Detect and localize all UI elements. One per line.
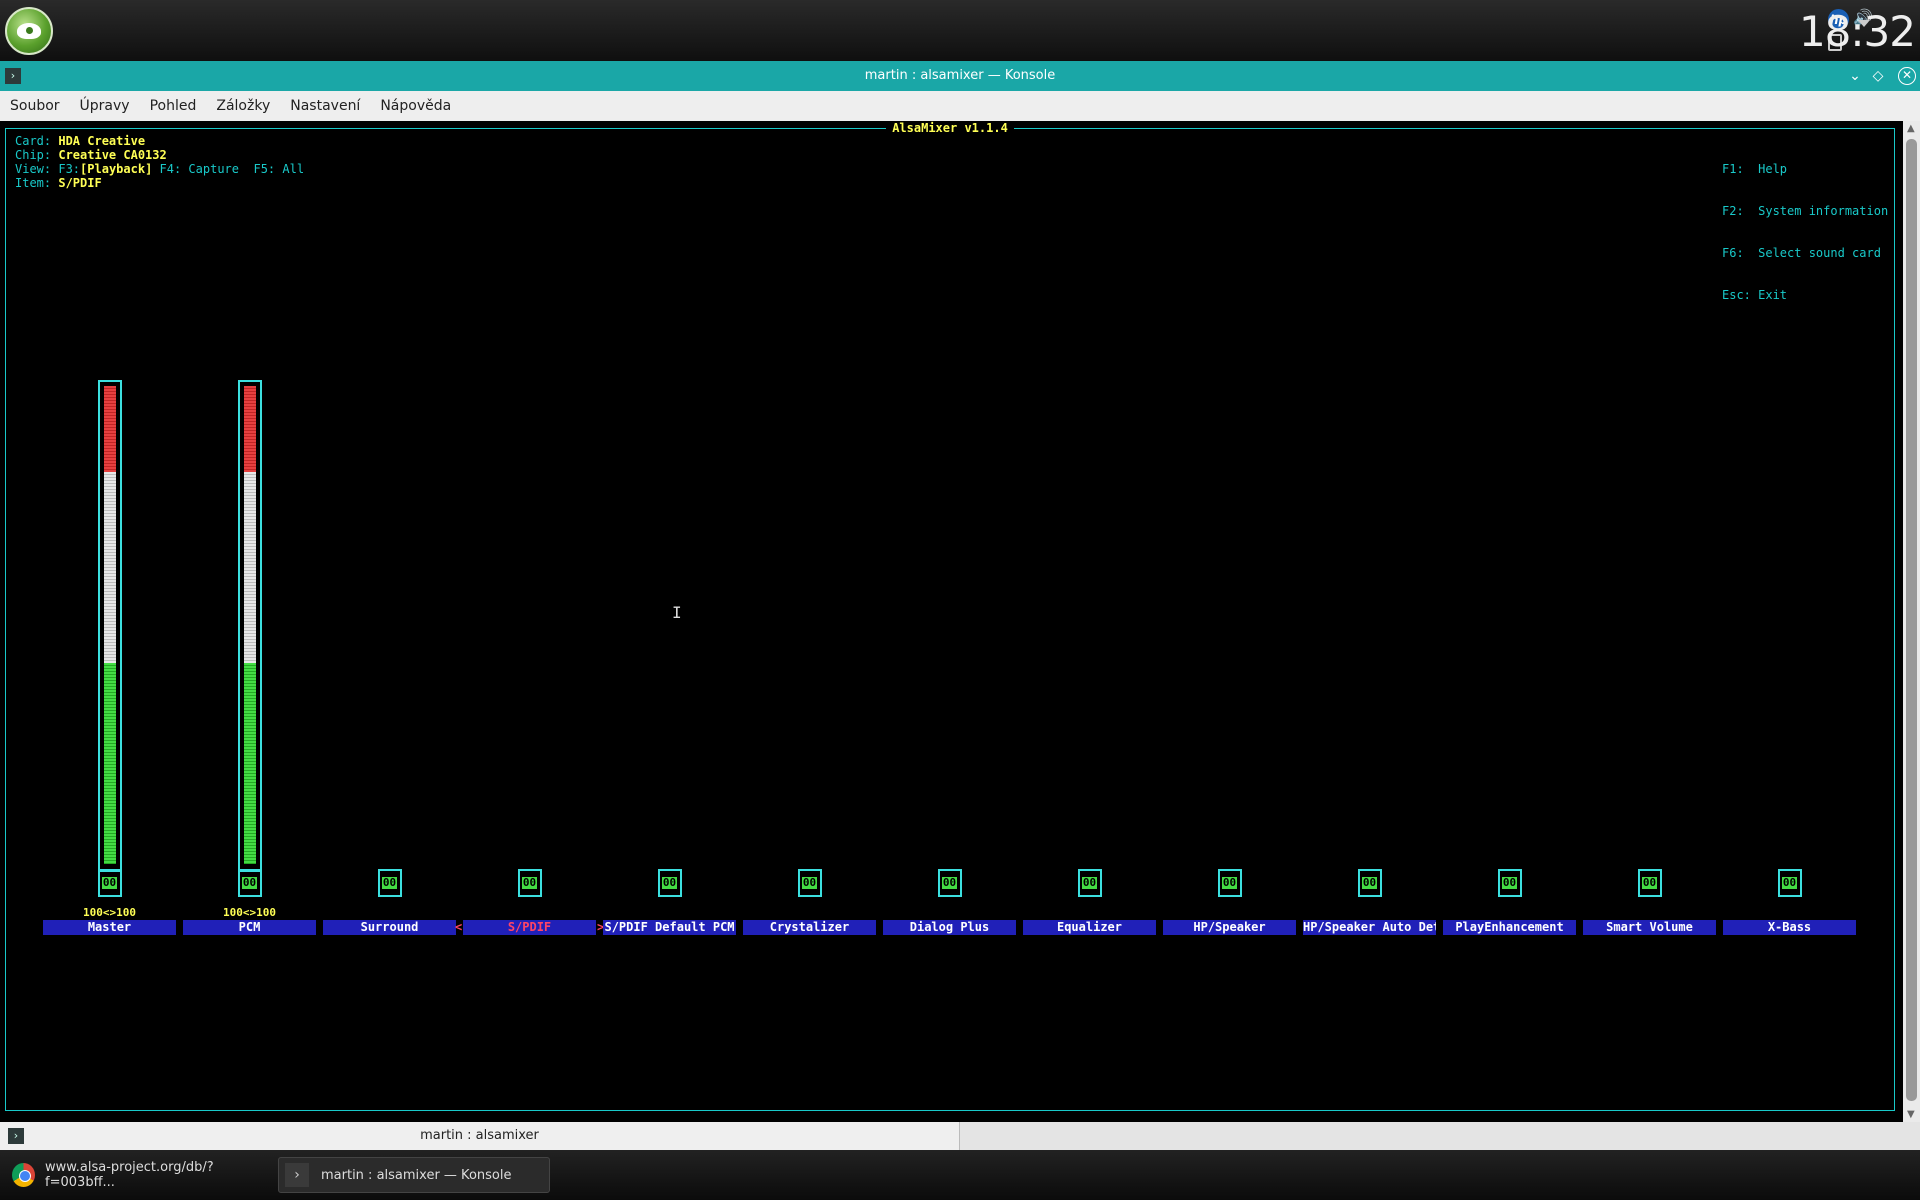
mute-switch-playenhancement[interactable]: 00 bbox=[1497, 869, 1522, 897]
channel-label-smart-volume[interactable]: Smart Volume bbox=[1583, 920, 1716, 935]
window-titlebar[interactable]: › martin : alsamixer — Konsole ⌄ ◇ ✕ bbox=[0, 61, 1920, 91]
channel-label-dialog-plus[interactable]: Dialog Plus bbox=[883, 920, 1016, 935]
scroll-down-icon[interactable]: ▼ bbox=[1907, 1109, 1915, 1120]
menu-soubor[interactable]: Soubor bbox=[10, 98, 60, 114]
mixer-title: AlsaMixer v1.1.4 bbox=[886, 121, 1014, 135]
mute-switch-master[interactable]: 00 bbox=[97, 869, 122, 897]
card-info: Card: HDA Creative bbox=[15, 134, 146, 148]
window-title: martin : alsamixer — Konsole bbox=[864, 68, 1056, 83]
task-konsole[interactable]: › martin : alsamixer — Konsole bbox=[278, 1157, 550, 1193]
mute-switch-pcm[interactable]: 00 bbox=[237, 869, 262, 897]
clock[interactable]: 18:32 bbox=[1799, 7, 1916, 56]
mute-switch-crystalizer[interactable]: 00 bbox=[797, 869, 822, 897]
help-f1: F1: Help bbox=[1722, 162, 1788, 176]
taskbar: www.alsa-project.org/db/?f=003bff... › m… bbox=[0, 1150, 1920, 1200]
mute-switch-surround[interactable]: 00 bbox=[377, 869, 402, 897]
konsole-tab-icon: › bbox=[8, 1128, 24, 1144]
channel-label-playenhancement[interactable]: PlayEnhancement bbox=[1443, 920, 1576, 935]
channel-label-hp-speaker-auto-det[interactable]: HP/Speaker Auto Det bbox=[1303, 920, 1436, 935]
mute-switch-x-bass[interactable]: 00 bbox=[1777, 869, 1802, 897]
channel-label-hp-speaker[interactable]: HP/Speaker bbox=[1163, 920, 1296, 935]
terminal-area[interactable]: AlsaMixer v1.1.4 Card: HDA Creative Chip… bbox=[0, 121, 1903, 1122]
task-browser-label: www.alsa-project.org/db/?f=003bff... bbox=[45, 1160, 214, 1190]
konsole-icon: › bbox=[285, 1163, 309, 1187]
top-panel: hp 🔊 18:32 bbox=[0, 0, 1920, 61]
mute-switch-dialog-plus[interactable]: 00 bbox=[937, 869, 962, 897]
minimize-button[interactable]: ⌄ bbox=[1846, 67, 1864, 85]
help-f2: F2: System information bbox=[1722, 204, 1889, 218]
menu-upravy[interactable]: Úpravy bbox=[80, 98, 130, 114]
mute-switch-equalizer[interactable]: 00 bbox=[1077, 869, 1102, 897]
chrome-icon bbox=[12, 1163, 36, 1187]
channel-label-s-pdif[interactable]: S/PDIF bbox=[463, 920, 596, 935]
chip-info: Chip: Creative CA0132 bbox=[15, 148, 167, 162]
mute-switch-hp-speaker-auto-det[interactable]: 00 bbox=[1357, 869, 1382, 897]
channel-label-pcm[interactable]: PCM bbox=[183, 920, 316, 935]
volume-value-pcm: 100<>100 bbox=[223, 906, 276, 919]
opensuse-menu-icon[interactable] bbox=[5, 7, 53, 55]
channel-label-equalizer[interactable]: Equalizer bbox=[1023, 920, 1156, 935]
scrollbar[interactable]: ▲ ▼ bbox=[1903, 121, 1920, 1122]
scroll-thumb[interactable] bbox=[1906, 139, 1917, 1101]
volume-bar-pcm[interactable] bbox=[237, 380, 262, 872]
mute-switch-s-pdif-default-pcm[interactable]: 00 bbox=[657, 869, 682, 897]
help-esc: Esc: Exit bbox=[1722, 288, 1788, 302]
task-browser[interactable]: www.alsa-project.org/db/?f=003bff... bbox=[6, 1157, 274, 1193]
menu-napoveda[interactable]: Nápověda bbox=[380, 98, 451, 114]
close-button[interactable]: ✕ bbox=[1898, 67, 1916, 85]
channel-label-master[interactable]: Master bbox=[43, 920, 176, 935]
channel-label-crystalizer[interactable]: Crystalizer bbox=[743, 920, 876, 935]
konsole-tabbar: martin : alsamixer › bbox=[0, 1122, 1920, 1150]
menu-pohled[interactable]: Pohled bbox=[150, 98, 197, 114]
mute-switch-s-pdif[interactable]: 00 bbox=[517, 869, 542, 897]
help-f6: F6: Select sound card bbox=[1722, 246, 1881, 260]
text-cursor-icon: I bbox=[672, 603, 682, 622]
mute-switch-smart-volume[interactable]: 00 bbox=[1637, 869, 1662, 897]
view-info: View: F3:[Playback] F4: Capture F5: All bbox=[15, 162, 305, 176]
task-konsole-label: martin : alsamixer — Konsole bbox=[321, 1167, 512, 1183]
selection-marker-left: < bbox=[455, 920, 463, 934]
menubar: Soubor Úpravy Pohled Záložky Nastavení N… bbox=[0, 91, 1920, 121]
menu-zalozky[interactable]: Záložky bbox=[216, 98, 270, 114]
help-keys: F1: Help F2: System information F6: Sele… bbox=[1722, 134, 1888, 330]
channel-label-surround[interactable]: Surround bbox=[323, 920, 456, 935]
tab-alsamixer[interactable]: martin : alsamixer bbox=[0, 1122, 960, 1150]
volume-bar-master[interactable] bbox=[97, 380, 122, 872]
channel-label-x-bass[interactable]: X-Bass bbox=[1723, 920, 1856, 935]
mute-switch-hp-speaker[interactable]: 00 bbox=[1217, 869, 1242, 897]
volume-value-master: 100<>100 bbox=[83, 906, 136, 919]
alsamixer-frame: AlsaMixer v1.1.4 bbox=[5, 121, 1895, 1111]
menu-nastaveni[interactable]: Nastavení bbox=[290, 98, 360, 114]
maximize-button[interactable]: ◇ bbox=[1869, 67, 1887, 85]
scroll-up-icon[interactable]: ▲ bbox=[1907, 123, 1915, 134]
channel-label-s-pdif-default-pcm[interactable]: S/PDIF Default PCM bbox=[603, 920, 736, 935]
item-info: Item: S/PDIF bbox=[15, 176, 102, 190]
